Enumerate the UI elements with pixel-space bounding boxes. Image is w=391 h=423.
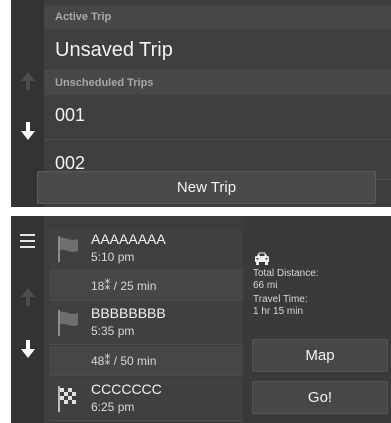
menu-icon[interactable] [20,234,35,248]
trip-name: 001 [55,105,86,125]
scroll-up-icon[interactable] [21,72,35,90]
trip-summary-panel: Total Distance: 66 mi Travel Time: 1 hr … [243,216,391,423]
section-header-unscheduled-trips: Unscheduled Trips [44,71,391,95]
list-item-active-trip[interactable]: Unsaved Trip [44,29,391,71]
travel-time-value: 1 hr 15 min [253,306,304,317]
waypoint-time: 5:10 pm [91,250,135,264]
waypoint-time: 6:25 pm [91,400,135,414]
travel-time-label: Travel Time: [253,294,308,305]
list-item-waypoint[interactable]: AAAAAAAA 5:10 pm [49,228,243,271]
flag-icon [58,310,78,336]
trip-name: Unsaved Trip [55,39,173,61]
leg-distance-time: 48⁑ / 50 min [91,354,157,368]
car-icon [255,252,269,265]
waypoint-list: AAAAAAAA 5:10 pm 18⁑ / 25 min BBBBBBBB 5… [44,216,243,423]
list-item-waypoint[interactable]: CCCCCCC 6:25 pm [49,378,243,421]
flag-icon [58,236,78,262]
waypoint-name: BBBBBBBB [91,305,166,321]
new-trip-button[interactable]: New Trip [37,171,376,204]
leg-row[interactable]: 48⁑ / 50 min [49,346,243,376]
trip-detail-screen: AAAAAAAA 5:10 pm 18⁑ / 25 min BBBBBBBB 5… [11,216,391,423]
waypoint-time: 5:35 pm [91,324,135,338]
leg-distance-time: 18⁑ / 25 min [91,279,157,293]
left-toolbar [11,216,44,423]
scroll-down-icon[interactable] [21,122,35,140]
total-distance-label: Total Distance: [253,268,319,279]
leg-row[interactable]: 18⁑ / 25 min [49,271,243,301]
map-button[interactable]: Map [252,339,388,372]
checkered-flag-icon [58,386,76,412]
list-item-waypoint[interactable]: BBBBBBBB 5:35 pm [49,302,243,345]
scroll-up-icon[interactable] [21,288,35,306]
total-distance-value: 66 mi [253,280,278,291]
waypoint-name: CCCCCCC [91,381,162,397]
waypoint-name: AAAAAAAA [91,231,166,247]
trip-list-screen: Active Trip Unsaved Trip Unscheduled Tri… [11,0,391,207]
section-header-active-trip: Active Trip [44,5,391,29]
scroll-down-icon[interactable] [21,340,35,358]
go-button[interactable]: Go! [252,381,388,414]
list-item-trip[interactable]: 001 [44,95,391,140]
